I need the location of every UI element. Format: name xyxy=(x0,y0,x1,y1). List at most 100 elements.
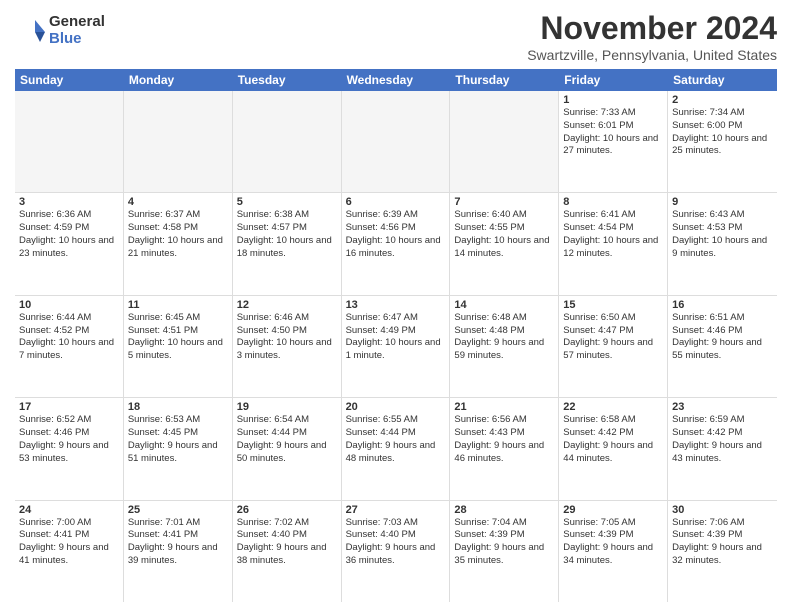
location-label: Swartzville, Pennsylvania, United States xyxy=(527,47,777,63)
day-cell-7: 7Sunrise: 6:40 AM Sunset: 4:55 PM Daylig… xyxy=(450,193,559,294)
calendar-row-4: 24Sunrise: 7:00 AM Sunset: 4:41 PM Dayli… xyxy=(15,501,777,602)
day-number-18: 18 xyxy=(128,401,228,413)
day-cell-24: 24Sunrise: 7:00 AM Sunset: 4:41 PM Dayli… xyxy=(15,501,124,602)
day-cell-27: 27Sunrise: 7:03 AM Sunset: 4:40 PM Dayli… xyxy=(342,501,451,602)
day-info-28: Sunrise: 7:04 AM Sunset: 4:39 PM Dayligh… xyxy=(454,517,554,568)
logo-text: General Blue xyxy=(49,14,105,47)
day-cell-29: 29Sunrise: 7:05 AM Sunset: 4:39 PM Dayli… xyxy=(559,501,668,602)
day-cell-8: 8Sunrise: 6:41 AM Sunset: 4:54 PM Daylig… xyxy=(559,193,668,294)
day-number-8: 8 xyxy=(563,196,663,208)
day-cell-20: 20Sunrise: 6:55 AM Sunset: 4:44 PM Dayli… xyxy=(342,398,451,499)
day-number-22: 22 xyxy=(563,401,663,413)
day-info-22: Sunrise: 6:58 AM Sunset: 4:42 PM Dayligh… xyxy=(563,414,663,465)
day-cell-23: 23Sunrise: 6:59 AM Sunset: 4:42 PM Dayli… xyxy=(668,398,777,499)
day-info-8: Sunrise: 6:41 AM Sunset: 4:54 PM Dayligh… xyxy=(563,209,663,260)
logo: General Blue xyxy=(15,14,105,47)
day-number-28: 28 xyxy=(454,504,554,516)
day-info-19: Sunrise: 6:54 AM Sunset: 4:44 PM Dayligh… xyxy=(237,414,337,465)
day-number-26: 26 xyxy=(237,504,337,516)
day-info-3: Sunrise: 6:36 AM Sunset: 4:59 PM Dayligh… xyxy=(19,209,119,260)
day-number-17: 17 xyxy=(19,401,119,413)
empty-cell-0-0 xyxy=(15,91,124,192)
day-info-21: Sunrise: 6:56 AM Sunset: 4:43 PM Dayligh… xyxy=(454,414,554,465)
day-cell-3: 3Sunrise: 6:36 AM Sunset: 4:59 PM Daylig… xyxy=(15,193,124,294)
day-info-9: Sunrise: 6:43 AM Sunset: 4:53 PM Dayligh… xyxy=(672,209,773,260)
day-cell-1: 1Sunrise: 7:33 AM Sunset: 6:01 PM Daylig… xyxy=(559,91,668,192)
header-day-saturday: Saturday xyxy=(668,69,777,91)
day-number-6: 6 xyxy=(346,196,446,208)
empty-cell-0-4 xyxy=(450,91,559,192)
day-cell-4: 4Sunrise: 6:37 AM Sunset: 4:58 PM Daylig… xyxy=(124,193,233,294)
day-info-15: Sunrise: 6:50 AM Sunset: 4:47 PM Dayligh… xyxy=(563,312,663,363)
day-number-16: 16 xyxy=(672,299,773,311)
day-number-27: 27 xyxy=(346,504,446,516)
day-number-24: 24 xyxy=(19,504,119,516)
day-cell-15: 15Sunrise: 6:50 AM Sunset: 4:47 PM Dayli… xyxy=(559,296,668,397)
logo-icon xyxy=(15,16,45,46)
day-number-21: 21 xyxy=(454,401,554,413)
day-info-10: Sunrise: 6:44 AM Sunset: 4:52 PM Dayligh… xyxy=(19,312,119,363)
day-number-4: 4 xyxy=(128,196,228,208)
day-number-25: 25 xyxy=(128,504,228,516)
day-number-14: 14 xyxy=(454,299,554,311)
day-cell-22: 22Sunrise: 6:58 AM Sunset: 4:42 PM Dayli… xyxy=(559,398,668,499)
day-cell-6: 6Sunrise: 6:39 AM Sunset: 4:56 PM Daylig… xyxy=(342,193,451,294)
day-cell-26: 26Sunrise: 7:02 AM Sunset: 4:40 PM Dayli… xyxy=(233,501,342,602)
day-cell-12: 12Sunrise: 6:46 AM Sunset: 4:50 PM Dayli… xyxy=(233,296,342,397)
header-day-thursday: Thursday xyxy=(450,69,559,91)
empty-cell-0-3 xyxy=(342,91,451,192)
day-cell-5: 5Sunrise: 6:38 AM Sunset: 4:57 PM Daylig… xyxy=(233,193,342,294)
day-cell-18: 18Sunrise: 6:53 AM Sunset: 4:45 PM Dayli… xyxy=(124,398,233,499)
calendar-row-3: 17Sunrise: 6:52 AM Sunset: 4:46 PM Dayli… xyxy=(15,398,777,500)
calendar-row-0: 1Sunrise: 7:33 AM Sunset: 6:01 PM Daylig… xyxy=(15,91,777,193)
day-info-29: Sunrise: 7:05 AM Sunset: 4:39 PM Dayligh… xyxy=(563,517,663,568)
calendar-header: SundayMondayTuesdayWednesdayThursdayFrid… xyxy=(15,69,777,91)
day-info-12: Sunrise: 6:46 AM Sunset: 4:50 PM Dayligh… xyxy=(237,312,337,363)
header-day-wednesday: Wednesday xyxy=(342,69,451,91)
title-section: November 2024 Swartzville, Pennsylvania,… xyxy=(527,10,777,63)
day-info-6: Sunrise: 6:39 AM Sunset: 4:56 PM Dayligh… xyxy=(346,209,446,260)
day-number-9: 9 xyxy=(672,196,773,208)
header: General Blue November 2024 Swartzville, … xyxy=(15,10,777,63)
day-cell-9: 9Sunrise: 6:43 AM Sunset: 4:53 PM Daylig… xyxy=(668,193,777,294)
day-cell-28: 28Sunrise: 7:04 AM Sunset: 4:39 PM Dayli… xyxy=(450,501,559,602)
day-number-7: 7 xyxy=(454,196,554,208)
day-info-27: Sunrise: 7:03 AM Sunset: 4:40 PM Dayligh… xyxy=(346,517,446,568)
month-title: November 2024 xyxy=(527,10,777,47)
day-number-15: 15 xyxy=(563,299,663,311)
day-number-1: 1 xyxy=(563,94,663,106)
day-cell-25: 25Sunrise: 7:01 AM Sunset: 4:41 PM Dayli… xyxy=(124,501,233,602)
day-cell-30: 30Sunrise: 7:06 AM Sunset: 4:39 PM Dayli… xyxy=(668,501,777,602)
day-number-19: 19 xyxy=(237,401,337,413)
day-info-5: Sunrise: 6:38 AM Sunset: 4:57 PM Dayligh… xyxy=(237,209,337,260)
day-cell-10: 10Sunrise: 6:44 AM Sunset: 4:52 PM Dayli… xyxy=(15,296,124,397)
day-info-20: Sunrise: 6:55 AM Sunset: 4:44 PM Dayligh… xyxy=(346,414,446,465)
day-number-23: 23 xyxy=(672,401,773,413)
calendar-row-2: 10Sunrise: 6:44 AM Sunset: 4:52 PM Dayli… xyxy=(15,296,777,398)
logo-general-label: General xyxy=(49,14,105,31)
day-number-10: 10 xyxy=(19,299,119,311)
day-cell-21: 21Sunrise: 6:56 AM Sunset: 4:43 PM Dayli… xyxy=(450,398,559,499)
day-cell-11: 11Sunrise: 6:45 AM Sunset: 4:51 PM Dayli… xyxy=(124,296,233,397)
day-number-2: 2 xyxy=(672,94,773,106)
page: General Blue November 2024 Swartzville, … xyxy=(0,0,792,612)
calendar-row-1: 3Sunrise: 6:36 AM Sunset: 4:59 PM Daylig… xyxy=(15,193,777,295)
day-info-25: Sunrise: 7:01 AM Sunset: 4:41 PM Dayligh… xyxy=(128,517,228,568)
day-info-17: Sunrise: 6:52 AM Sunset: 4:46 PM Dayligh… xyxy=(19,414,119,465)
day-info-13: Sunrise: 6:47 AM Sunset: 4:49 PM Dayligh… xyxy=(346,312,446,363)
empty-cell-0-2 xyxy=(233,91,342,192)
header-day-sunday: Sunday xyxy=(15,69,124,91)
day-number-5: 5 xyxy=(237,196,337,208)
day-info-18: Sunrise: 6:53 AM Sunset: 4:45 PM Dayligh… xyxy=(128,414,228,465)
day-info-23: Sunrise: 6:59 AM Sunset: 4:42 PM Dayligh… xyxy=(672,414,773,465)
day-number-11: 11 xyxy=(128,299,228,311)
header-day-friday: Friday xyxy=(559,69,668,91)
day-info-16: Sunrise: 6:51 AM Sunset: 4:46 PM Dayligh… xyxy=(672,312,773,363)
day-info-11: Sunrise: 6:45 AM Sunset: 4:51 PM Dayligh… xyxy=(128,312,228,363)
day-info-7: Sunrise: 6:40 AM Sunset: 4:55 PM Dayligh… xyxy=(454,209,554,260)
day-info-14: Sunrise: 6:48 AM Sunset: 4:48 PM Dayligh… xyxy=(454,312,554,363)
day-number-3: 3 xyxy=(19,196,119,208)
day-number-30: 30 xyxy=(672,504,773,516)
day-cell-19: 19Sunrise: 6:54 AM Sunset: 4:44 PM Dayli… xyxy=(233,398,342,499)
day-number-12: 12 xyxy=(237,299,337,311)
